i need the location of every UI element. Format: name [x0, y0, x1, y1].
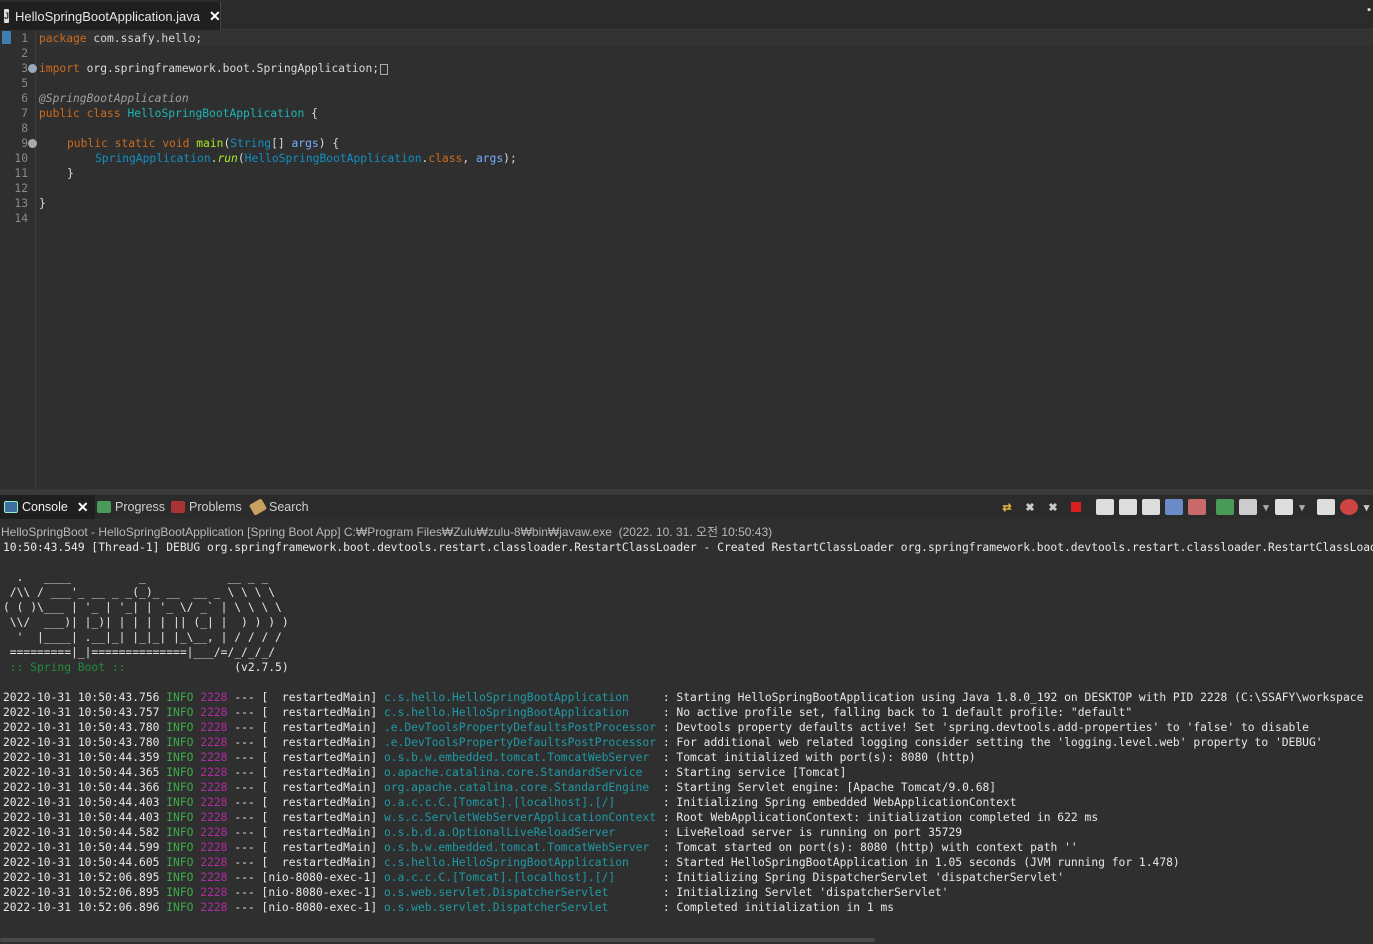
banner-version-line: :: Spring Boot :: (v2.7.5): [3, 661, 289, 674]
log-line: 2022-10-31 10:52:06.895 INFO 2228 --- [n…: [3, 886, 949, 899]
line-number: 3: [21, 62, 28, 75]
banner-line: \\/ ___)| |_)| | | | | || (_| | ) ) ) ): [3, 616, 289, 629]
line-number: 2: [21, 47, 28, 60]
tab-search[interactable]: Search: [248, 495, 309, 519]
terminate-icon[interactable]: [1067, 499, 1085, 515]
minimize-icon[interactable]: [1316, 499, 1335, 515]
line-number: 9: [21, 137, 28, 150]
line-number: 6: [21, 92, 28, 105]
log-line: 2022-10-31 10:50:43.780 INFO 2228 --- [ …: [3, 721, 1309, 734]
banner-line: /\\ / ___'_ __ _ _(_)_ __ __ _ \ \ \ \: [3, 586, 276, 599]
line-number-gutter: 1 2 3 5 6 7 8 9 10 11 12 13 14: [0, 31, 37, 489]
close-icon[interactable]: ✕: [77, 499, 89, 516]
line-number: 8: [21, 122, 28, 135]
console-output[interactable]: 10:50:43.549 [Thread-1] DEBUG org.spring…: [3, 540, 1373, 940]
view-menu-icon[interactable]: ▪: [1367, 4, 1371, 16]
tab-problems[interactable]: Problems: [171, 495, 242, 519]
chevron-down-icon[interactable]: ▾: [1262, 499, 1270, 515]
log-line: 2022-10-31 10:52:06.896 INFO 2228 --- [n…: [3, 901, 895, 914]
code-line: SpringApplication.run(HelloSpringBootApp…: [95, 152, 517, 165]
chevron-down-icon[interactable]: ▾: [1298, 499, 1306, 515]
code-line: @SpringBootApplication: [39, 92, 189, 105]
close-icon[interactable]: ✕: [209, 8, 221, 25]
progress-icon: [97, 501, 111, 513]
banner-line: =========|_|==============|___/=/_/_/_/: [3, 646, 276, 659]
log-line: 2022-10-31 10:50:44.366 INFO 2228 --- [ …: [3, 781, 997, 794]
console-toolbar: ⇄ ✖ ✖ ▾ ▾ ▾: [996, 497, 1373, 517]
console-icon: [4, 501, 18, 513]
code-line: }: [67, 167, 74, 180]
line-number: 1: [21, 32, 28, 45]
code-line: import org.springframework.boot.SpringAp…: [39, 61, 389, 76]
log-line: 2022-10-31 10:50:44.403 INFO 2228 --- [ …: [3, 811, 1099, 824]
debug-line: 10:50:43.549 [Thread-1] DEBUG org.spring…: [3, 541, 1373, 554]
expand-fold-icon[interactable]: [28, 64, 37, 73]
view-menu-icon[interactable]: ▾: [1363, 499, 1371, 515]
remove-launch-icon[interactable]: ✖: [1021, 499, 1039, 515]
log-line: 2022-10-31 10:50:44.599 INFO 2228 --- [ …: [3, 841, 1078, 854]
horizontal-scrollbar[interactable]: [0, 938, 875, 942]
collapse-fold-icon[interactable]: [28, 139, 37, 148]
editor-tab-title: HelloSpringBootApplication.java: [15, 8, 201, 24]
log-line: 2022-10-31 10:50:44.359 INFO 2228 --- [ …: [3, 751, 976, 764]
show-stdout-icon[interactable]: [1164, 499, 1183, 515]
java-file-icon: J: [4, 9, 10, 23]
line-number: 11: [14, 167, 28, 180]
code-line: public static void main(String[] args) {: [67, 137, 340, 150]
launch-info: HelloSpringBoot - HelloSpringBootApplica…: [1, 525, 773, 539]
line-number: 12: [14, 182, 28, 195]
display-console-icon[interactable]: [1239, 499, 1257, 515]
line-number: 7: [21, 107, 28, 120]
problems-icon: [171, 501, 185, 513]
search-icon: [248, 498, 268, 516]
console-tab-bar: Console ✕ Progress Problems Search ⇄ ✖ ✖: [0, 495, 1373, 519]
clear-console-icon[interactable]: [1095, 499, 1114, 515]
banner-line: ( ( )\___ | '_ | '_| | '_ \/ _` | \ \ \ …: [3, 601, 282, 614]
word-wrap-icon[interactable]: [1141, 499, 1160, 515]
log-line: 2022-10-31 10:50:44.605 INFO 2228 --- [ …: [3, 856, 1180, 869]
code-line: public class HelloSpringBootApplication …: [39, 107, 318, 120]
open-console-icon[interactable]: [1275, 499, 1293, 515]
tab-progress[interactable]: Progress: [97, 495, 165, 519]
scroll-lock-icon[interactable]: [1118, 499, 1137, 515]
code-area[interactable]: 1 2 3 5 6 7 8 9 10 11 12 13 14 package c…: [0, 31, 1373, 489]
log-line: 2022-10-31 10:52:06.895 INFO 2228 --- [n…: [3, 871, 1065, 884]
log-line: 2022-10-31 10:50:44.365 INFO 2228 --- [ …: [3, 766, 847, 779]
code-line: package com.ssafy.hello;: [39, 31, 1373, 46]
editor-tab[interactable]: J HelloSpringBootApplication.java ✕: [0, 2, 221, 30]
show-stderr-icon[interactable]: [1187, 499, 1206, 515]
log-line: 2022-10-31 10:50:43.780 INFO 2228 --- [ …: [3, 736, 1323, 749]
line-number: 14: [14, 212, 28, 225]
maximize-icon[interactable]: [1339, 499, 1358, 515]
editor-tab-bar: J HelloSpringBootApplication.java ✕ ▪: [0, 0, 1373, 30]
log-list: 2022-10-31 10:50:43.756 INFO 2228 --- [ …: [3, 690, 1373, 915]
code-editor: J HelloSpringBootApplication.java ✕ ▪ 1 …: [0, 0, 1373, 489]
sync-icon[interactable]: ⇄: [998, 499, 1016, 515]
log-line: 2022-10-31 10:50:44.582 INFO 2228 --- [ …: [3, 826, 963, 839]
line-number: 10: [14, 152, 28, 165]
console-panel: Console ✕ Progress Problems Search ⇄ ✖ ✖: [0, 495, 1373, 944]
tab-console[interactable]: Console ✕: [0, 495, 95, 519]
log-line: 2022-10-31 10:50:44.403 INFO 2228 --- [ …: [3, 796, 1017, 809]
line-number: 13: [14, 197, 28, 210]
banner-line: ' |____| .__|_| |_|_| |_\__, | / / / /: [3, 631, 282, 644]
log-line: 2022-10-31 10:50:43.757 INFO 2228 --- [ …: [3, 706, 1133, 719]
collapsed-imports-icon[interactable]: [380, 63, 389, 75]
remove-all-icon[interactable]: ✖: [1044, 499, 1062, 515]
code-line: }: [39, 197, 46, 210]
log-line: 2022-10-31 10:50:43.756 INFO 2228 --- [ …: [3, 691, 1364, 704]
line-number: 5: [21, 77, 28, 90]
banner-line: . ____ _ __ _ _: [3, 571, 269, 584]
pin-console-icon[interactable]: [1216, 499, 1234, 515]
